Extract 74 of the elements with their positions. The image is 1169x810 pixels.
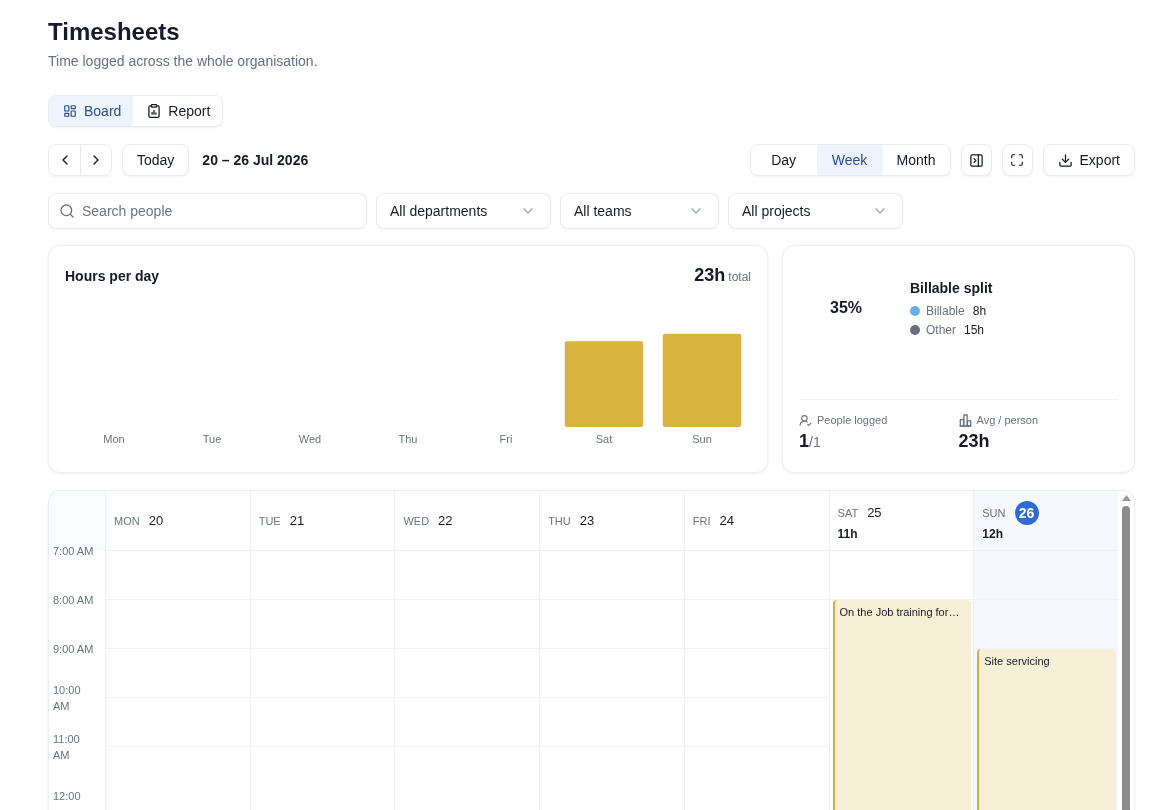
date-number: 22	[438, 513, 453, 528]
today-date-badge: 26	[1014, 500, 1039, 525]
legend-value: 15h	[964, 322, 985, 337]
calendar-event[interactable]: On the Job training for…	[832, 600, 972, 810]
axis-label: Mon	[103, 432, 125, 446]
side-panel-icon	[968, 152, 984, 168]
bar-chart-icon	[958, 413, 972, 427]
day-total: 12h	[982, 526, 1003, 541]
clipboard-chart-icon	[147, 104, 162, 118]
stat-value: 23h	[958, 430, 990, 452]
date-number: 25	[867, 505, 882, 520]
stat-label: People logged	[817, 414, 888, 426]
filter-dropdown[interactable]: All departments	[376, 193, 551, 229]
page-subtitle: Time logged across the whole organisation.	[48, 52, 318, 71]
legend-value: 8h	[972, 303, 987, 318]
axis-label: Thu	[398, 432, 418, 446]
event-title: On the Job training for…	[839, 605, 961, 619]
fullscreen-icon	[1010, 153, 1025, 167]
time-label: 12:00	[53, 788, 82, 804]
time-label: 7:00 AM	[53, 543, 95, 559]
range-tab[interactable]: Month	[882, 145, 950, 175]
weekday-label: WED	[403, 514, 430, 527]
weekday-label: SAT	[837, 506, 859, 519]
axis-label: Fri	[499, 432, 513, 446]
time-label: 8:00 AM	[53, 592, 95, 608]
billable-percentage: 35%	[830, 299, 862, 317]
scroll-up-icon[interactable]	[1121, 495, 1131, 501]
date-number: 24	[719, 513, 735, 528]
axis-label: Tue	[202, 432, 222, 446]
download-icon	[1057, 152, 1073, 168]
total-hours: 23h	[694, 265, 726, 286]
axis-label: Sun	[692, 432, 712, 446]
user-check-icon	[799, 413, 812, 427]
date-range: 20 – 26 Jul 2026	[202, 152, 309, 168]
time-label: 11:00 AM	[53, 731, 81, 763]
page-title: Timesheets	[48, 17, 180, 47]
search-field[interactable]: Search people	[48, 193, 367, 229]
previous-button[interactable]	[49, 145, 80, 175]
today-button[interactable]: Today	[122, 144, 190, 176]
weekday-label: THU	[548, 514, 571, 527]
range-tab[interactable]: Week	[816, 145, 883, 175]
weekday-label: SUN	[982, 506, 1006, 519]
card-title: Billable split	[910, 279, 993, 297]
total-label: total	[728, 270, 751, 284]
legend-label: Other	[926, 322, 956, 337]
stat-label: Avg / person	[976, 414, 1039, 426]
filter-dropdown[interactable]: All projects	[728, 193, 903, 229]
axis-label: Sat	[595, 432, 613, 446]
date-number: 23	[579, 513, 595, 528]
date-number: 20	[148, 513, 164, 528]
fullscreen-button[interactable]	[1001, 144, 1033, 176]
time-label: 9:00 AM	[53, 641, 95, 657]
calendar-event[interactable]: Site servicing	[977, 649, 1116, 810]
card-title: Hours per day	[65, 268, 160, 284]
view-tab[interactable]: Board	[49, 96, 134, 126]
axis-label: Wed	[298, 432, 322, 446]
day-total: 11h	[837, 526, 858, 541]
view-tab[interactable]: Report	[133, 96, 223, 126]
weekday-label: TUE	[258, 514, 281, 527]
next-button[interactable]	[80, 145, 111, 175]
range-tab[interactable]: Day	[750, 145, 817, 175]
time-label: 10:00 AM	[53, 682, 82, 714]
export-button[interactable]: Export	[1042, 144, 1135, 176]
stat-value: 1/1	[799, 430, 821, 453]
side-panel-button[interactable]	[960, 144, 992, 176]
weekday-label: MON	[114, 514, 140, 527]
scrollbar-thumb[interactable]	[1122, 506, 1130, 810]
filter-dropdown[interactable]: All teams	[560, 193, 719, 229]
dashboard-icon	[63, 104, 77, 118]
date-number: 21	[289, 513, 305, 528]
event-title: Site servicing	[984, 654, 1051, 668]
search-icon	[59, 203, 75, 219]
weekday-label: FRI	[692, 514, 711, 527]
legend-label: Billable	[926, 303, 965, 318]
